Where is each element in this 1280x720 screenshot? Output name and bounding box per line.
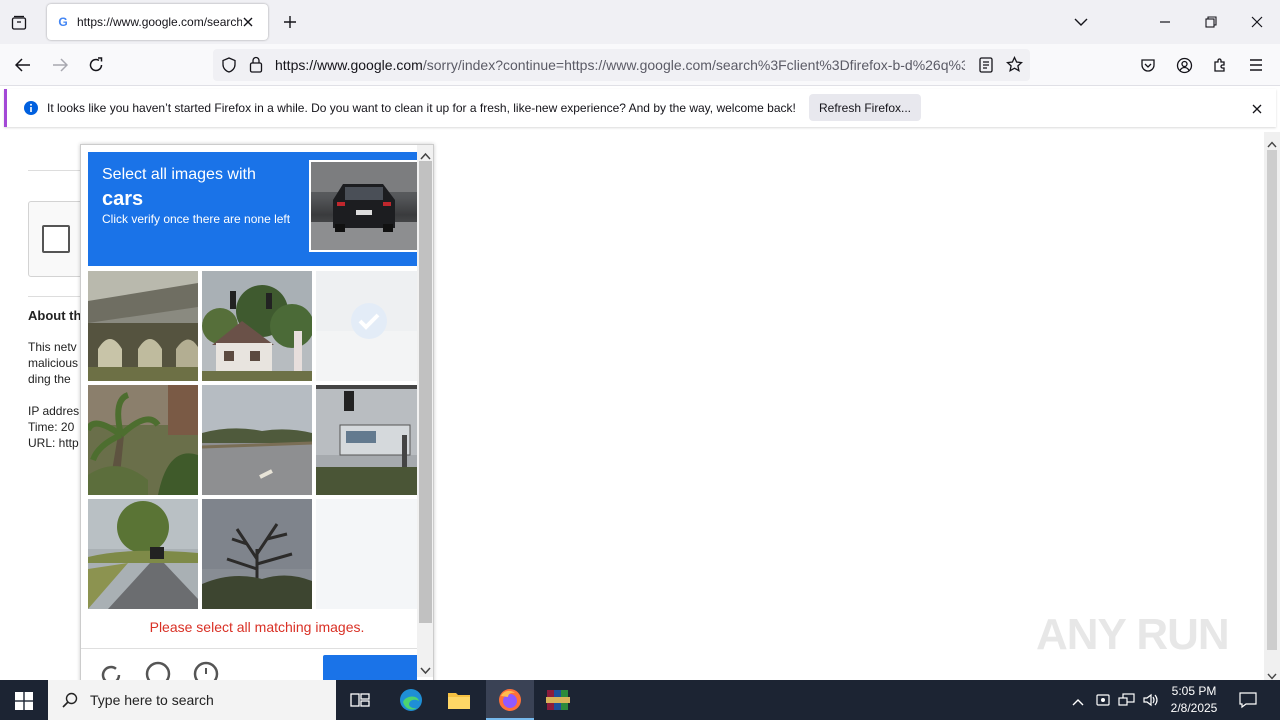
captcha-tile-house[interactable] xyxy=(202,271,312,381)
show-hidden-icons-chevron-icon[interactable] xyxy=(1072,694,1084,709)
about-text-line: malicious xyxy=(28,356,79,370)
close-notification-icon[interactable] xyxy=(1252,102,1262,117)
divider xyxy=(28,296,88,297)
url-label: URL: http xyxy=(28,436,79,450)
anyrun-watermark: ANY RUN xyxy=(1036,610,1230,659)
captcha-error-message: Please select all matching images. xyxy=(149,619,365,635)
system-clock[interactable]: 5:05 PM 2/8/2025 xyxy=(1160,683,1228,717)
new-tab-icon[interactable] xyxy=(280,12,300,32)
captcha-tile-selected[interactable] xyxy=(316,271,417,381)
restore-icon[interactable] xyxy=(1201,12,1221,32)
task-view-icon[interactable] xyxy=(350,691,370,712)
notification-message: It looks like you haven’t started Firefo… xyxy=(47,101,796,115)
captcha-instruction: Select all images with xyxy=(102,166,256,183)
recaptcha-checkbox[interactable] xyxy=(42,225,70,253)
url-host: https://www.google.com xyxy=(275,57,423,73)
ip-address-label: IP addres xyxy=(28,404,80,418)
page-scroll-thumb[interactable] xyxy=(1267,150,1277,650)
close-window-icon[interactable] xyxy=(1247,12,1267,32)
url-text[interactable]: https://www.google.com/sorry/index?conti… xyxy=(275,57,965,73)
page-scrollbar[interactable] xyxy=(1264,132,1280,680)
account-icon[interactable] xyxy=(1174,55,1194,75)
network-icon[interactable] xyxy=(1118,692,1136,711)
search-placeholder: Type here to search xyxy=(90,692,214,708)
page-content: About th This netv malicious ding the IP… xyxy=(0,132,1264,680)
navigation-toolbar: https://www.google.com/sorry/index?conti… xyxy=(0,44,1280,86)
captcha-subinstruction: Click verify once there are none left xyxy=(102,212,291,226)
url-path: /sorry/index?continue=https://www.google… xyxy=(422,57,965,73)
scroll-down-arrow-icon[interactable] xyxy=(420,663,431,678)
captcha-tile-traffic-light[interactable] xyxy=(316,385,417,495)
clock-time: 5:05 PM xyxy=(1171,684,1217,698)
about-text-line: ding the xyxy=(28,372,71,386)
captcha-tile-road[interactable] xyxy=(202,385,312,495)
scroll-up-arrow-icon[interactable] xyxy=(1267,136,1277,151)
captcha-tile-loading[interactable] xyxy=(316,499,417,609)
bookmark-star-icon[interactable] xyxy=(1006,55,1023,76)
about-text-line: This netv xyxy=(28,340,77,354)
captcha-tile-bare-tree[interactable] xyxy=(202,499,312,609)
winrar-icon[interactable] xyxy=(545,688,571,715)
captcha-footer-divider xyxy=(81,648,417,649)
firefox-view-icon[interactable] xyxy=(8,12,30,34)
url-bar[interactable]: https://www.google.com/sorry/index?conti… xyxy=(213,49,1030,81)
audio-challenge-icon[interactable] xyxy=(145,661,171,680)
tracking-shield-icon[interactable] xyxy=(221,57,237,76)
firefox-taskbar-button[interactable] xyxy=(486,680,534,720)
back-arrow-icon[interactable] xyxy=(13,55,33,75)
google-favicon-icon: G xyxy=(58,15,68,29)
file-explorer-icon[interactable] xyxy=(447,689,471,714)
captcha-tile-palm-trees[interactable] xyxy=(88,385,198,495)
captcha-target-object: cars xyxy=(102,188,144,210)
captcha-header: Select all images with cars Click verify… xyxy=(88,152,417,266)
reload-challenge-icon[interactable] xyxy=(99,663,123,680)
reload-icon[interactable] xyxy=(86,55,106,75)
hamburger-menu-icon[interactable] xyxy=(1246,55,1266,75)
captcha-scroll-thumb[interactable] xyxy=(419,161,432,623)
captcha-scrollbar[interactable] xyxy=(417,145,433,678)
divider xyxy=(28,170,88,171)
list-tabs-chevron-icon[interactable] xyxy=(1071,12,1091,32)
image-captcha-popup: Select all images with cars Click verify… xyxy=(80,144,434,680)
meet-now-icon[interactable] xyxy=(1095,692,1111,711)
volume-icon[interactable] xyxy=(1142,692,1160,711)
windows-taskbar: Type here to search 5:05 PM 2/8/2025 xyxy=(0,680,1280,720)
captcha-tile-road-car[interactable] xyxy=(88,499,198,609)
info-icon xyxy=(24,101,38,118)
windows-start-icon[interactable] xyxy=(15,692,33,713)
extensions-icon[interactable] xyxy=(1210,55,1230,75)
search-icon xyxy=(62,692,78,708)
tab-bar: G https://www.google.com/search xyxy=(0,0,1280,44)
browser-tab[interactable]: G https://www.google.com/search xyxy=(47,4,268,40)
clock-date: 2/8/2025 xyxy=(1170,701,1218,715)
firefox-icon xyxy=(498,688,522,715)
about-heading: About th xyxy=(28,308,82,323)
notification-center-icon[interactable] xyxy=(1239,691,1257,712)
captcha-sample-car-image xyxy=(309,160,417,252)
reader-view-icon[interactable] xyxy=(979,57,993,76)
padlock-icon[interactable] xyxy=(249,56,263,76)
time-label: Time: 20 xyxy=(28,420,75,434)
close-tab-icon[interactable] xyxy=(242,16,254,28)
captcha-tile-bridge[interactable] xyxy=(88,271,198,381)
verify-button[interactable] xyxy=(323,655,417,680)
taskbar-search-box[interactable]: Type here to search xyxy=(48,680,336,720)
tab-title: https://www.google.com/search xyxy=(77,15,242,29)
recaptcha-widget xyxy=(28,201,88,277)
refresh-firefox-button[interactable]: Refresh Firefox... xyxy=(809,94,921,121)
help-icon[interactable] xyxy=(193,661,219,680)
edge-browser-icon[interactable] xyxy=(399,688,423,715)
forward-arrow-icon[interactable] xyxy=(50,55,70,75)
minimize-icon[interactable] xyxy=(1155,12,1175,32)
refresh-firefox-notification: It looks like you haven’t started Firefo… xyxy=(4,89,1276,127)
pocket-icon[interactable] xyxy=(1138,55,1158,75)
